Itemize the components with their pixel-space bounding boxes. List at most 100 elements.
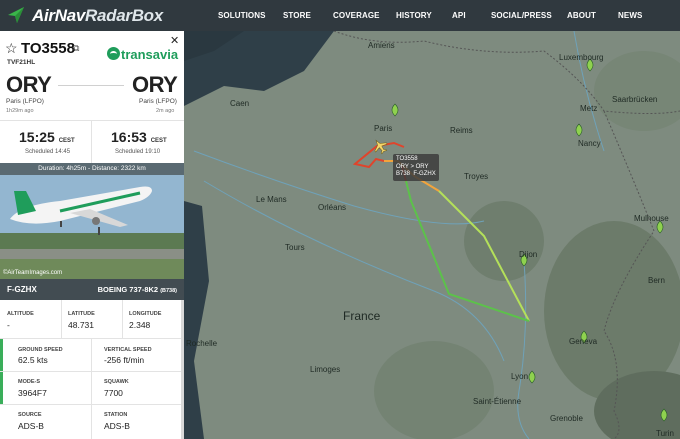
- aircraft-model: BOEING 737-8K2: [97, 285, 159, 294]
- city-troyes: Troyes: [464, 172, 489, 181]
- departure-time: 15:25 CEST: [19, 129, 75, 145]
- brand-name-primary: AirNav: [32, 6, 86, 25]
- vertical-speed-label: VERTICAL SPEED: [104, 347, 152, 353]
- divider: [0, 120, 184, 121]
- city-saint-etienne: Saint-Étienne: [473, 397, 522, 406]
- photo-credit: ©AirTeamImages.com: [3, 270, 63, 276]
- station-label: STATION: [104, 412, 128, 418]
- latitude-value: 48.731: [68, 320, 94, 330]
- aircraft-map-tag[interactable]: TO3558 ORY > ORY B738 F-GZHX: [393, 154, 439, 181]
- city-metz: Metz: [580, 104, 598, 113]
- aircraft-type: BOEING 737-8K2 (B738): [98, 285, 177, 294]
- city-le-mans: Le Mans: [256, 195, 287, 204]
- nav-news[interactable]: NEWS: [618, 11, 642, 20]
- country-france: France: [343, 309, 381, 323]
- squawk-value: 7700: [104, 388, 123, 398]
- longitude-label: LONGITUDE: [129, 311, 162, 317]
- nav-api[interactable]: API: [452, 11, 466, 20]
- mode-s-value: 3964F7: [18, 388, 47, 398]
- arrival-scheduled: Scheduled 19:10: [115, 149, 161, 155]
- row-accent: [0, 372, 3, 404]
- aircraft-photo[interactable]: ©AirTeamImages.com: [0, 175, 184, 279]
- source-label: SOURCE: [18, 412, 42, 418]
- altitude-label: ALTITUDE: [7, 311, 34, 317]
- aircraft-icon[interactable]: [370, 136, 390, 156]
- nav-about[interactable]: ABOUT: [567, 11, 596, 20]
- map-tag-flight: TO3558: [396, 156, 418, 162]
- map-tag-reg: F-GZHX: [413, 171, 436, 177]
- flight-map[interactable]: Amiens Caen Paris Reims Troyes Le Mans O…: [184, 31, 680, 439]
- city-tours: Tours: [285, 243, 305, 252]
- row-accent: [0, 339, 3, 371]
- airline-name: transavia: [121, 47, 179, 62]
- origin-name: Paris (LFPO): [6, 98, 44, 105]
- close-icon[interactable]: ✕: [170, 34, 179, 47]
- city-bern: Bern: [648, 276, 665, 285]
- squawk-label: SQUAWK: [104, 379, 129, 385]
- divider: [91, 338, 92, 439]
- city-orleans: Orléans: [318, 203, 347, 212]
- source-value: ADS-B: [18, 421, 44, 431]
- city-caen: Caen: [230, 99, 250, 108]
- city-paris: Paris: [374, 124, 393, 133]
- aircraft-code: (B738): [160, 288, 177, 294]
- airline-logo-icon: [107, 47, 120, 60]
- map-tag-details: B738 F-GZHX: [396, 171, 436, 179]
- route-line: [58, 85, 124, 86]
- city-saarbrucken: Saarbrücken: [612, 95, 658, 104]
- city-mulhouse: Mulhouse: [634, 214, 669, 223]
- brand-logo-text[interactable]: AirNavRadarBox: [32, 6, 163, 26]
- flight-info-panel: ☆ TO3558 ⧉ TVF21HL ✕ transavia ORY ORY P…: [0, 31, 184, 439]
- ground-speed-value: 62.5 kts: [18, 355, 48, 365]
- nav-solutions[interactable]: SOLUTIONS: [218, 11, 266, 20]
- external-link-icon[interactable]: ⧉: [73, 43, 79, 54]
- aircraft-registration[interactable]: F-GZHX: [7, 285, 37, 294]
- map-tag-type: B738: [396, 171, 411, 177]
- divider: [61, 300, 62, 338]
- map-tag-route: ORY > ORY: [396, 163, 429, 170]
- ground-speed-label: GROUND SPEED: [18, 347, 63, 353]
- nav-history[interactable]: HISTORY: [396, 11, 432, 20]
- divider: [0, 338, 184, 339]
- departure-ago: 1h29m ago: [6, 108, 34, 114]
- destination-code[interactable]: ORY: [132, 72, 178, 98]
- top-navigation-bar: AirNavRadarBox SOLUTIONS STORE COVERAGE …: [0, 0, 680, 31]
- nav-social-press[interactable]: SOCIAL/PRESS: [491, 11, 552, 20]
- city-limoges: Limoges: [310, 365, 341, 374]
- city-dijon: Dijon: [519, 250, 538, 259]
- latitude-label: LATITUDE: [68, 311, 95, 317]
- city-turin: Turin: [656, 429, 674, 438]
- divider: [0, 371, 184, 372]
- city-nancy: Nancy: [578, 139, 601, 148]
- arrival-tz: CEST: [150, 138, 167, 144]
- city-grenoble: Grenoble: [550, 414, 583, 423]
- origin-code[interactable]: ORY: [6, 72, 52, 98]
- vertical-speed-value: -256 ft/min: [104, 355, 145, 365]
- divider: [122, 300, 123, 338]
- altitude-value: -: [7, 320, 10, 330]
- longitude-value: 2.348: [129, 320, 151, 330]
- city-lyon: Lyon: [511, 372, 529, 381]
- arrival-time-value: 16:53: [111, 129, 147, 145]
- flight-number: TO3558: [21, 40, 75, 57]
- departure-time-value: 15:25: [19, 129, 55, 145]
- destination-name: Paris (LFPO): [139, 98, 177, 105]
- nav-coverage[interactable]: COVERAGE: [333, 11, 380, 20]
- panel-scrollbar[interactable]: [181, 300, 184, 439]
- nav-store[interactable]: STORE: [283, 11, 311, 20]
- duration-distance-bar: Duration: 4h25m - Distance: 2322 km: [0, 163, 184, 175]
- city-luxembourg: Luxembourg: [559, 53, 604, 62]
- city-geneva: Geneva: [569, 337, 598, 346]
- aircraft-photo-image: [0, 175, 184, 279]
- city-rochelle: Rochelle: [186, 339, 218, 348]
- station-value: ADS-B: [104, 421, 130, 431]
- favorite-star-icon[interactable]: ☆: [5, 40, 18, 57]
- aircraft-bar: F-GZHX BOEING 737-8K2 (B738): [0, 279, 184, 300]
- flight-callsign: TVF21HL: [7, 59, 36, 66]
- departure-tz: CEST: [58, 138, 75, 144]
- airnav-logo-icon[interactable]: [5, 5, 27, 25]
- city-amiens: Amiens: [368, 41, 395, 50]
- mode-s-label: MODE-S: [18, 379, 40, 385]
- city-reims: Reims: [450, 126, 473, 135]
- arrival-ago: 2m ago: [156, 108, 175, 114]
